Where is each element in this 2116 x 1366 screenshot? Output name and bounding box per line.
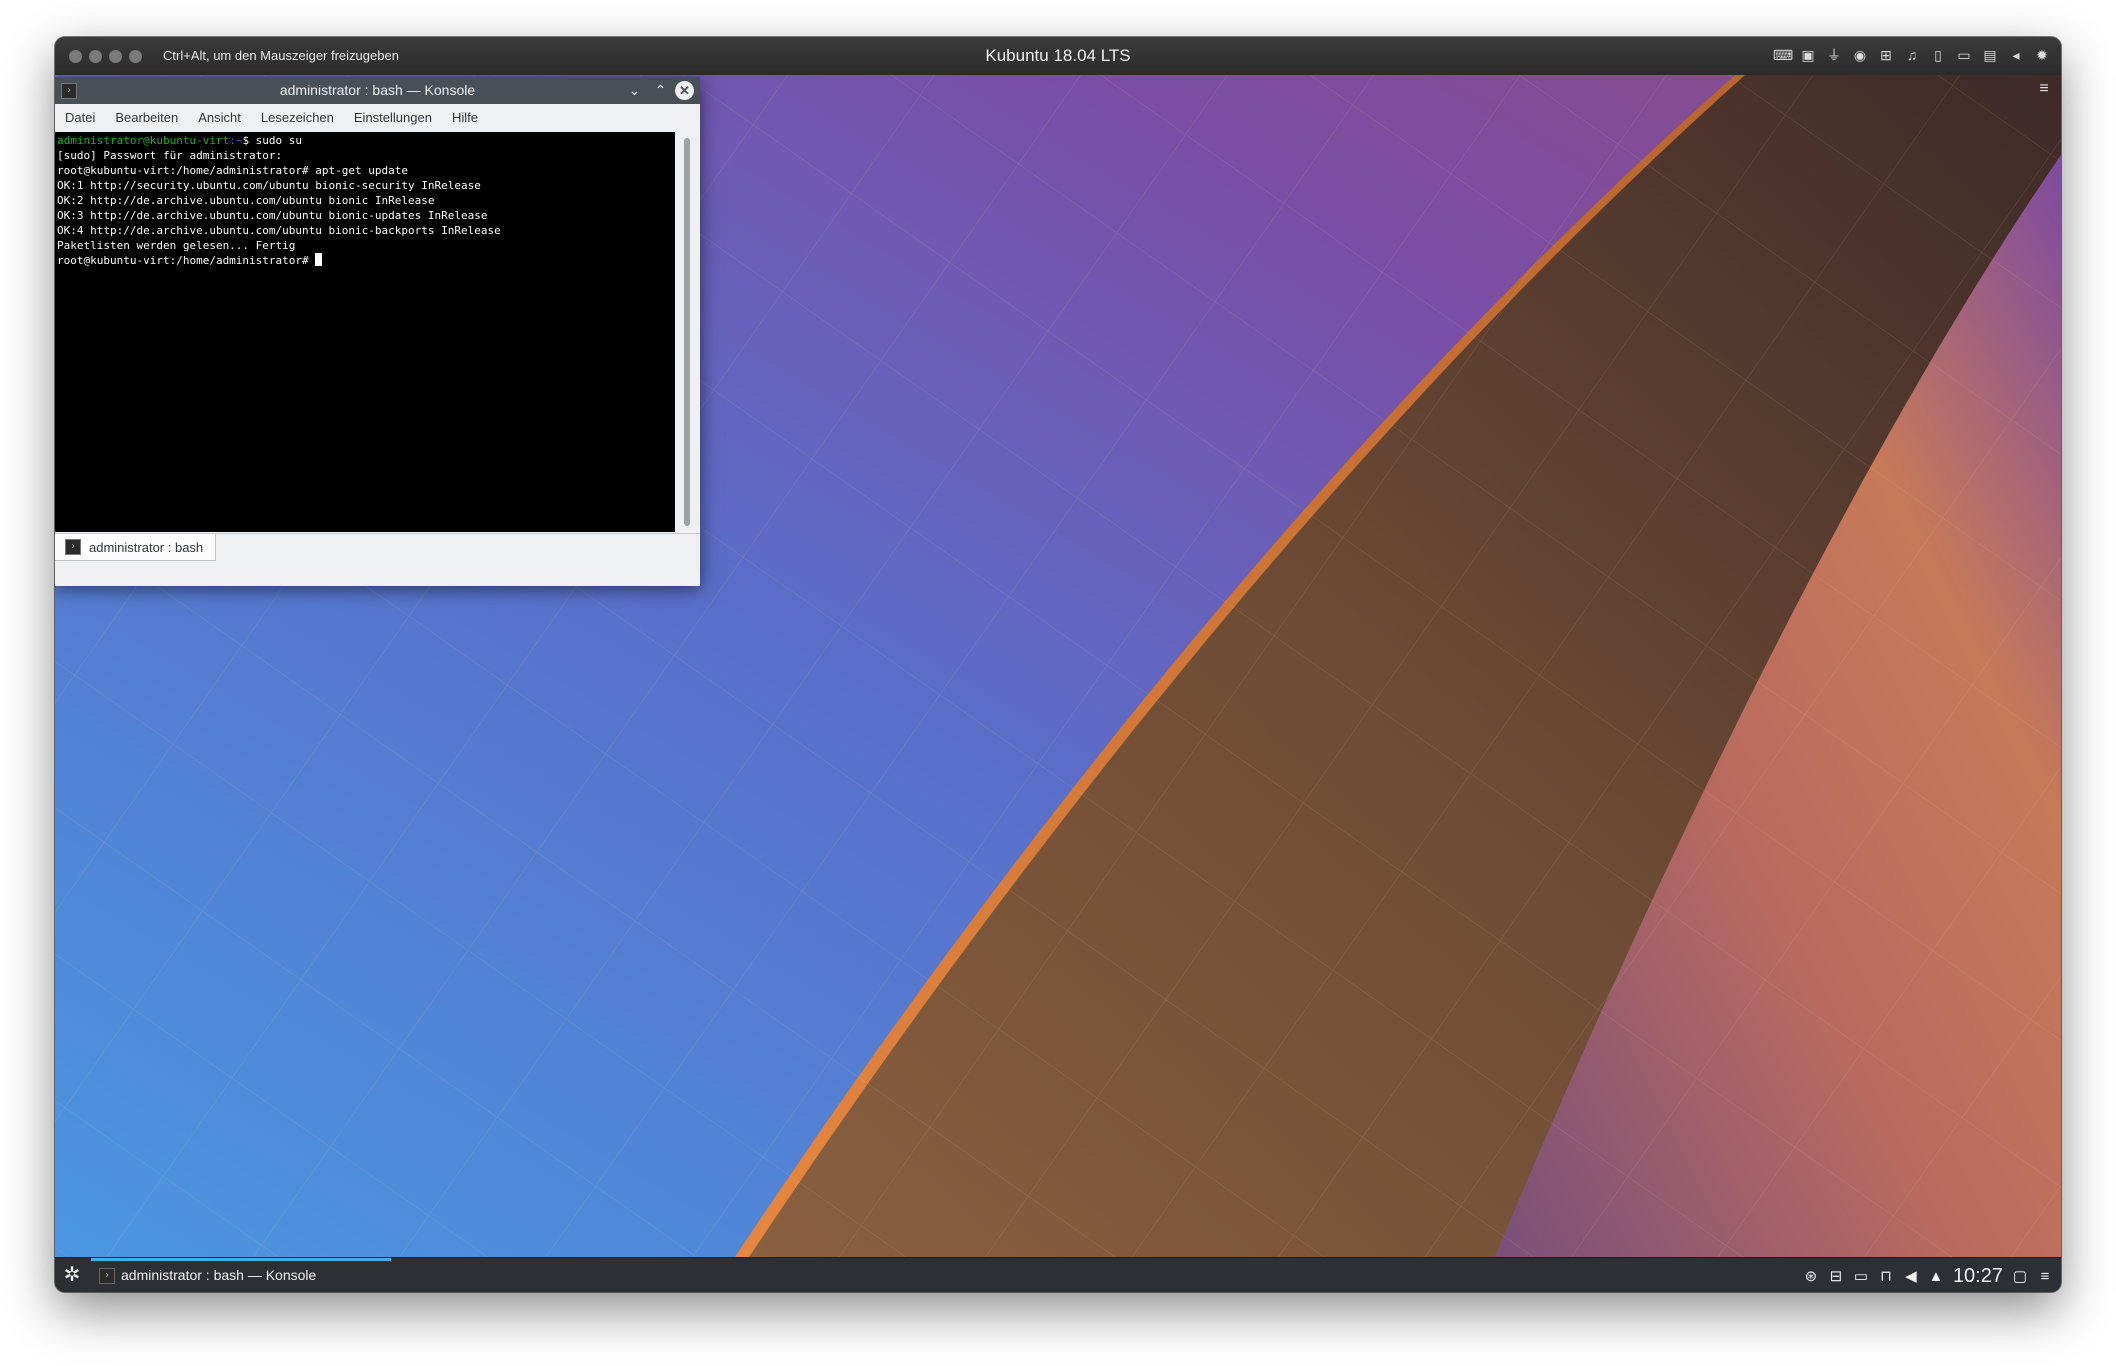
terminal-output[interactable]: administrator@kubuntu-virt:~$ sudo su [su… [55, 132, 675, 532]
camera-icon[interactable]: ▭ [1955, 45, 1973, 65]
terminal-icon: › [65, 539, 81, 555]
konsole-window: › administrator : bash — Konsole ⌄ ⌃ ✕ D… [55, 77, 700, 586]
vm-titlebar: Ctrl+Alt, um den Mauszeiger freizugeben … [55, 37, 2061, 76]
phone-icon[interactable]: ▯ [1929, 45, 1947, 65]
menu-bearbeiten[interactable]: Bearbeiten [105, 110, 188, 125]
terminal-icon: › [99, 1268, 115, 1284]
settings-gear-icon[interactable]: ✹ [2033, 45, 2051, 65]
display-icon[interactable]: ▭ [1853, 1267, 1869, 1285]
maximize-icon[interactable]: ⌃ [651, 81, 670, 100]
menu-lesezeichen[interactable]: Lesezeichen [251, 110, 344, 125]
task-label: administrator : bash — Konsole [121, 1267, 317, 1283]
konsole-tabbar: › administrator : bash [55, 533, 700, 586]
konsole-menubar: Datei Bearbeiten Ansicht Lesezeichen Ein… [55, 104, 700, 131]
konsole-title: administrator : bash — Konsole [279, 82, 476, 98]
close-icon[interactable]: ✕ [675, 81, 694, 100]
minimize-icon[interactable]: ⌄ [625, 81, 644, 100]
menu-hilfe[interactable]: Hilfe [442, 110, 488, 125]
terminal-line: root@kubuntu-virt:/home/administrator# [57, 253, 673, 268]
terminal-line: OK:1 http://security.ubuntu.com/ubuntu b… [57, 179, 481, 192]
tab-bash[interactable]: › administrator : bash [55, 534, 217, 561]
cpu-icon[interactable]: ▣ [1799, 45, 1817, 65]
usb-icon[interactable]: ⏚ [1825, 45, 1843, 65]
menu-einstellungen[interactable]: Einstellungen [344, 110, 442, 125]
command-text: $ sudo su [242, 134, 303, 147]
active-task-indicator [91, 1258, 391, 1261]
show-desktop-icon[interactable]: ▢ [2012, 1267, 2028, 1285]
keyboard-icon[interactable]: ⌨ [1773, 45, 1793, 65]
menu-ansicht[interactable]: Ansicht [188, 110, 251, 125]
vm-window: Ctrl+Alt, um den Mauszeiger freizugeben … [55, 37, 2061, 1292]
terminal-line: OK:2 http://de.archive.ubuntu.com/ubuntu… [57, 194, 435, 207]
update-icon[interactable]: ⊛ [1803, 1267, 1819, 1285]
panel-menu-icon[interactable]: ≡ [2037, 1268, 2053, 1285]
system-tray: ⊛ ⊟ ▭ ⊓ ◀ ▲ 10:27 ▢ ≡ [1803, 1263, 2053, 1289]
terminal-line: root@kubuntu-virt:/home/administrator# a… [57, 164, 408, 177]
vm-title: Kubuntu 18.04 LTS [985, 46, 1131, 65]
usb-device-icon[interactable]: ⊟ [1828, 1267, 1844, 1285]
shared-folder-icon[interactable]: ▤ [1981, 45, 1999, 65]
text-cursor [315, 253, 323, 266]
task-konsole[interactable]: › administrator : bash — Konsole [91, 1258, 391, 1292]
terminal-line: Paketlisten werden gelesen... Fertig [57, 239, 296, 252]
audio-icon[interactable]: ♫ [1903, 45, 1921, 65]
lock-icon[interactable]: ⊓ [1878, 1267, 1894, 1285]
network-icon[interactable]: ⊞ [1877, 45, 1895, 65]
terminal-line: [sudo] Passwort für administrator: [57, 149, 283, 162]
terminal-line: OK:3 http://de.archive.ubuntu.com/ubuntu… [57, 209, 488, 222]
kde-launcher-icon[interactable]: ✲ [61, 1264, 83, 1286]
clock[interactable]: 10:27 [1953, 1265, 2003, 1288]
expand-tray-icon[interactable]: ▲ [1928, 1268, 1944, 1285]
volume-icon[interactable]: ◀ [1903, 1267, 1919, 1285]
desktop[interactable]: ≡ › administrator : bash — Konsole ⌄ ⌃ ✕… [55, 75, 2061, 1257]
taskbar: ✲ › administrator : bash — Konsole ⊛ ⊟ ▭… [55, 1257, 2061, 1292]
konsole-titlebar[interactable]: › administrator : bash — Konsole ⌄ ⌃ ✕ [55, 77, 700, 104]
menu-datei[interactable]: Datei [55, 110, 105, 125]
terminal-line: administrator@kubuntu-virt:~$ sudo su [57, 133, 673, 148]
scrollbar-thumb[interactable] [684, 138, 690, 526]
terminal-scrollbar[interactable] [676, 132, 700, 532]
terminal-line: OK:4 http://de.archive.ubuntu.com/ubuntu… [57, 224, 501, 237]
desktop-menu-icon[interactable]: ≡ [2035, 81, 2053, 97]
optical-disc-icon[interactable]: ◉ [1851, 45, 1869, 65]
vm-toolbar: ⌨ ▣ ⏚ ◉ ⊞ ♫ ▯ ▭ ▤ ◂ ✹ [1773, 45, 2051, 65]
prompt-path: :~ [229, 134, 243, 147]
prompt-user: administrator@kubuntu-virt [57, 134, 230, 147]
back-icon[interactable]: ◂ [2007, 45, 2025, 65]
tab-label: administrator : bash [89, 539, 204, 555]
last-prompt: root@kubuntu-virt:/home/administrator# [57, 254, 316, 267]
